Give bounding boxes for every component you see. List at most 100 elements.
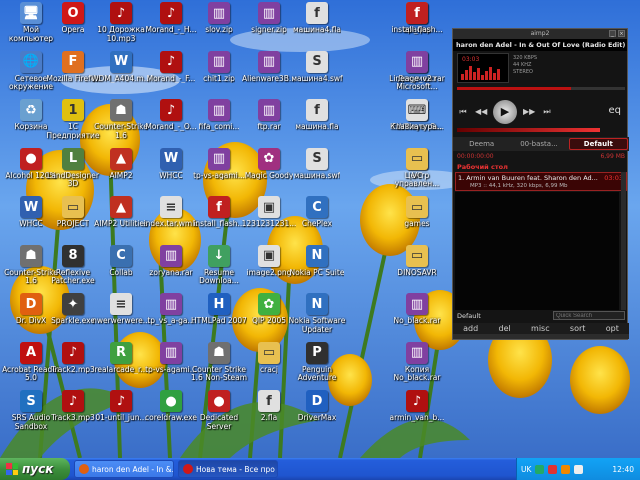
aimp2-player-window[interactable]: aimp2 _ × haron den Adel - In & Out Of L… — [452, 28, 629, 340]
counter-strike-icon: ☗ — [110, 99, 132, 121]
aimp2-utilities-icon: ▲ — [110, 196, 132, 218]
play-icon[interactable]: ▶ — [493, 100, 517, 124]
tab-00-basta[interactable]: 00-basta... — [510, 137, 567, 151]
desktop-icon-label: 01-until_jun... — [95, 414, 147, 422]
desktop-icon-label: fifa_comi... — [198, 123, 240, 131]
desktop-icon[interactable]: ▥ No_black.rar — [386, 293, 448, 343]
divx-icon: D — [20, 293, 42, 315]
rar-icon: ▥ — [208, 147, 230, 170]
desktop-icon-label: install_flash... — [193, 220, 245, 228]
taskbar: пуск haron den Adel - In &... Нова тема … — [0, 458, 640, 480]
language-indicator[interactable]: UK — [521, 465, 531, 474]
antivirus-tray-icon[interactable] — [548, 464, 558, 474]
whcc-icon: W — [20, 196, 42, 218]
player-titlebar[interactable]: aimp2 _ × — [453, 29, 627, 39]
desktop-icon-label: games — [404, 220, 430, 228]
start-button[interactable]: пуск — [0, 458, 70, 480]
seek-bar[interactable] — [457, 87, 625, 90]
desktop-icon[interactable]: f машина.fla — [286, 99, 348, 149]
forward-icon[interactable]: ▶▶ — [523, 106, 535, 118]
previous-icon[interactable]: ⏮ — [457, 106, 469, 118]
desktop-icon-label: Копия No_black.rar — [393, 365, 441, 382]
taskbar-item-aimp[interactable]: haron den Adel - In &... — [74, 460, 174, 478]
desktop-icon-label: Sparkle.exe — [51, 317, 95, 325]
mp3-icon: ♪ — [62, 390, 84, 412]
desktop-icon[interactable]: Sмашина.swf — [286, 147, 348, 198]
desktop-icon-label: slov.zip — [205, 26, 233, 34]
desktop-icon[interactable]: N Nokia PC Suite — [286, 244, 348, 295]
system-tray: UK 12:40 — [516, 458, 640, 480]
desktop-icon[interactable]: D DriverMax — [286, 390, 348, 440]
desktop-icon-label: AIMP2 — [109, 171, 133, 180]
alcohol-icon: ● — [20, 147, 42, 170]
desktop-icon-label: install_flash... — [391, 26, 443, 34]
image-icon: ▣ — [258, 196, 280, 218]
mp3-icon: ♪ — [160, 50, 182, 73]
volume-tray-icon[interactable] — [574, 464, 584, 474]
desktop-icon[interactable]: ⌨ Клавиатура... — [386, 99, 448, 149]
tab-deema[interactable]: Deema — [453, 137, 510, 151]
desktop-icon-label: QIP 2005 — [251, 317, 287, 325]
rar-icon: ▥ — [258, 50, 280, 73]
desktop-icon[interactable]: ▭ DINOSAVR — [386, 244, 448, 295]
counter-strike-icon: ☗ — [208, 341, 230, 364]
next-icon[interactable]: ⏭ — [541, 106, 553, 118]
desktop-icon[interactable]: C ChePlex — [286, 196, 348, 246]
player-resize-handle[interactable] — [453, 334, 629, 339]
taskbar-item-browser[interactable]: Нова тема - Все про ... — [178, 460, 278, 478]
mp3-icon: ♪ — [110, 2, 132, 24]
playlist-scrollbar[interactable] — [621, 172, 626, 310]
cheplex-icon: C — [306, 196, 328, 218]
playlist-area[interactable] — [455, 192, 619, 310]
desktop-icon-label: PROJECT — [56, 220, 90, 228]
recycle-bin-icon: ♻ — [20, 99, 42, 121]
desktop-icon[interactable]: ♪ armin_van_b... — [386, 390, 448, 440]
fla-icon: f — [258, 390, 280, 412]
close-icon[interactable]: × — [618, 30, 625, 37]
htmlpad-icon: H — [208, 293, 230, 315]
desktop-icon[interactable]: f install_flash... — [386, 2, 448, 52]
realarcade-icon: R — [110, 341, 132, 364]
mp3-icon: ♪ — [110, 390, 132, 412]
acrobat-icon: A — [20, 341, 42, 364]
folder-icon: ▭ — [406, 147, 428, 170]
wdm-icon: W — [110, 50, 132, 73]
zip-icon: ▥ — [258, 2, 280, 24]
desktop-icon-label: Penguin Adventure — [297, 365, 337, 382]
desktop-icon-label: машина.fla — [295, 123, 339, 131]
desktop-icon[interactable]: Sмашина4.swf — [286, 50, 348, 101]
desktop-icon-label: Track2.mp3 — [51, 365, 95, 374]
rar-icon: ▥ — [406, 50, 428, 73]
desktop-icon[interactable]: ▭ games — [386, 196, 448, 246]
desktop-icon-label: Opera — [61, 26, 85, 34]
desktop-icon-label: Клавиатура... — [390, 123, 444, 131]
aimp-tray-icon[interactable] — [561, 464, 571, 474]
desktop-icon[interactable]: ▥ Lineage_v2.rar — [386, 50, 448, 101]
desktop-icon-label: 2.fla — [260, 414, 278, 422]
playlist-track[interactable]: 1. Armin van Buuren feat. Sharon den Ad.… — [455, 172, 627, 191]
magic-goody-icon: ✿ — [258, 147, 280, 170]
network-tray-icon[interactable] — [535, 464, 545, 474]
project-folder-icon: ▭ — [62, 196, 84, 218]
desktop-icon[interactable]: P Penguin Adventure — [286, 341, 348, 392]
track-title: 1. Armin van Buuren feat. Sharon den Ad.… — [458, 174, 598, 182]
drivermax-icon: D — [306, 390, 328, 412]
quick-search-input[interactable] — [553, 311, 625, 320]
visualizer[interactable]: 03:03 — [457, 53, 509, 83]
mp3-icon: ♪ — [62, 341, 84, 364]
desktop-icon-label: image2.png — [246, 268, 292, 277]
desktop-icon-label: машина.swf — [293, 171, 341, 180]
equalizer-button[interactable]: eq — [609, 105, 622, 116]
desktop-icon[interactable]: N Nokia Software Updater — [286, 293, 348, 343]
volume-slider[interactable] — [457, 128, 600, 132]
desktop-icon[interactable]: ▥ Копия No_black.rar — [386, 341, 448, 392]
desktop-icon[interactable]: f машина4.fla — [286, 2, 348, 52]
desktop-icon-label: ftp.rar — [257, 123, 281, 131]
rar-icon: ▥ — [160, 341, 182, 364]
tab-default[interactable]: Default — [568, 138, 628, 150]
rewind-icon[interactable]: ◀◀ — [475, 106, 487, 118]
minimize-icon[interactable]: _ — [609, 30, 616, 37]
desktop-icon[interactable]: ▭ VC — [386, 147, 448, 198]
nokia-updater-icon: N — [306, 293, 328, 315]
mp3-icon: ♪ — [160, 2, 182, 24]
